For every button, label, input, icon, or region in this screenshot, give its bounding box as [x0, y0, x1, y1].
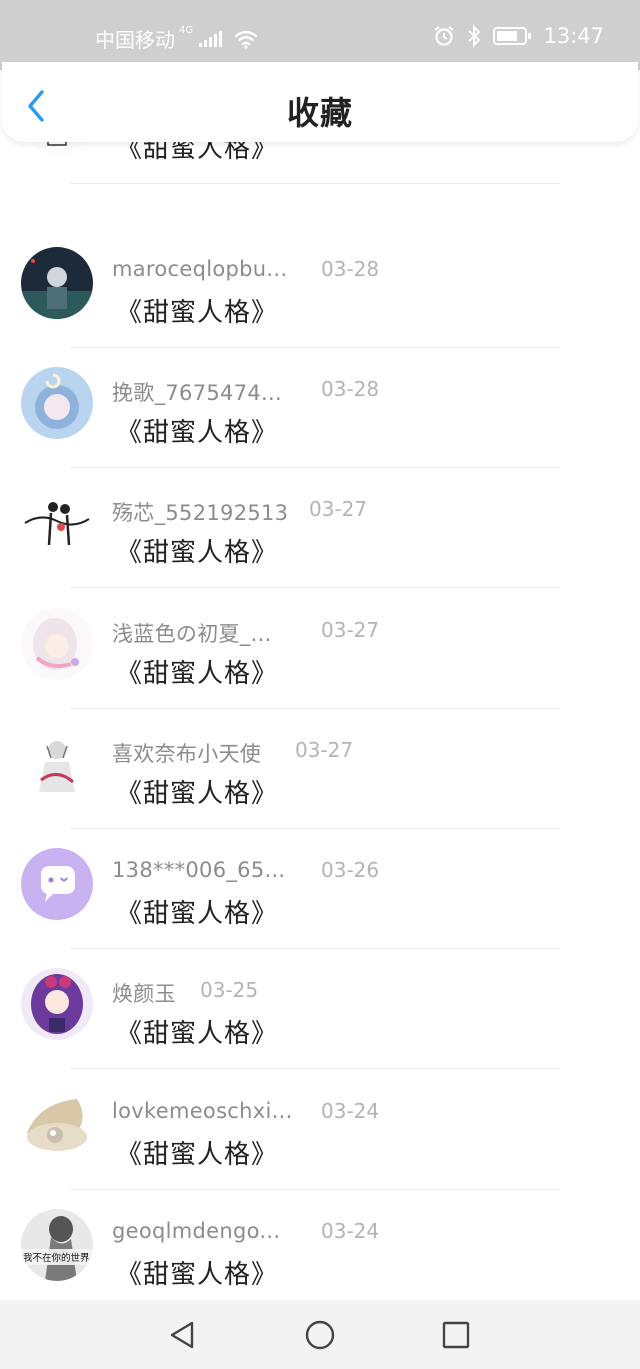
- list-item[interactable]: maroceqlopbu... 03-28 《甜蜜人格》: [0, 228, 640, 348]
- date: 03-28: [321, 257, 380, 281]
- username: 焕颜玉: [112, 982, 176, 1006]
- list-item[interactable]: 138***006_65... 03-26 《甜蜜人格》: [0, 829, 640, 949]
- list-item[interactable]: 浅蓝色の初夏_... 03-27 《甜蜜人格》: [0, 589, 640, 709]
- network-type-label: 4G: [179, 25, 194, 36]
- avatar: [21, 367, 93, 439]
- date: 03-24: [321, 1219, 380, 1243]
- status-bar: 中国移动 4G 13:47: [0, 0, 640, 70]
- list-item[interactable]: 我不在你的世界 geoqlmdengo... 03-24 《甜蜜人格》: [0, 1190, 640, 1300]
- avatar: [21, 728, 93, 800]
- circle-home-icon: [305, 1320, 335, 1350]
- clock-label: 13:47: [543, 24, 604, 48]
- avatar: [21, 247, 93, 319]
- signal-icon: [199, 30, 223, 47]
- date: 03-25: [200, 978, 259, 1002]
- username: 喜欢奈布小天使: [112, 742, 262, 766]
- date: 03-27: [295, 738, 354, 762]
- username: 浅蓝色の初夏_...: [112, 622, 272, 646]
- book-title: 《甜蜜人格》: [116, 1140, 279, 1170]
- wifi-icon: [234, 30, 258, 49]
- bluetooth-icon: [468, 25, 481, 47]
- username: 殇芯_552192513: [112, 501, 289, 525]
- avatar: [21, 848, 93, 920]
- divider: [70, 587, 560, 588]
- divider: [70, 1068, 560, 1069]
- avatar: [21, 1089, 93, 1161]
- date: 03-28: [321, 377, 380, 401]
- date: 03-27: [309, 497, 368, 521]
- book-title: 《甜蜜人格》: [116, 659, 279, 689]
- avatar: [21, 608, 93, 680]
- list-item[interactable]: 殇芯_552192513 03-27 《甜蜜人格》: [0, 468, 640, 588]
- nav-back-button[interactable]: [164, 1317, 200, 1353]
- nav-home-button[interactable]: [302, 1317, 338, 1353]
- favorites-list: E宜 03-28 《甜蜜人格》 maroceqlopbu... 03-28 《甜…: [0, 104, 640, 1300]
- battery-icon: [493, 27, 532, 45]
- book-title: 《甜蜜人格》: [116, 899, 279, 929]
- square-recents-icon: [442, 1321, 470, 1349]
- status-left: 中国移动 4G: [95, 24, 258, 53]
- username: 138***006_65...: [112, 858, 286, 882]
- triangle-back-icon: [170, 1321, 194, 1349]
- app-header: 收藏: [2, 62, 638, 142]
- book-title: 《甜蜜人格》: [116, 298, 279, 328]
- list-item[interactable]: lovkemeoschxi... 03-24 《甜蜜人格》: [0, 1070, 640, 1190]
- book-title: 《甜蜜人格》: [116, 779, 279, 809]
- avatar: [21, 487, 93, 559]
- avatar: 我不在你的世界: [21, 1209, 93, 1281]
- list-item[interactable]: 焕颜玉 03-25 《甜蜜人格》: [0, 949, 640, 1069]
- list-item[interactable]: 挽歌_7675474... 03-28 《甜蜜人格》: [0, 348, 640, 468]
- username: maroceqlopbu...: [112, 257, 288, 281]
- divider: [70, 183, 560, 184]
- username: geoqlmdengo...: [112, 1219, 281, 1243]
- book-title: 《甜蜜人格》: [116, 538, 279, 568]
- list-item[interactable]: 喜欢奈布小天使 03-27 《甜蜜人格》: [0, 709, 640, 829]
- avatar: [21, 968, 93, 1040]
- date: 03-27: [321, 618, 380, 642]
- status-right: 13:47: [433, 24, 604, 48]
- date: 03-24: [321, 1099, 380, 1123]
- date: 03-26: [321, 858, 380, 882]
- alarm-icon: [434, 26, 455, 46]
- username: lovkemeoschxi...: [112, 1099, 293, 1123]
- username: 挽歌_7675474...: [112, 381, 282, 405]
- carrier-label: 中国移动: [95, 28, 175, 52]
- nav-recents-button[interactable]: [438, 1317, 474, 1353]
- book-title: 《甜蜜人格》: [116, 1019, 279, 1049]
- page-title: 收藏: [286, 94, 353, 132]
- book-title: 《甜蜜人格》: [116, 418, 279, 448]
- system-nav-bar: [0, 1300, 640, 1369]
- avatar-caption: 我不在你的世界: [23, 1252, 90, 1264]
- book-title: 《甜蜜人格》: [116, 1260, 279, 1290]
